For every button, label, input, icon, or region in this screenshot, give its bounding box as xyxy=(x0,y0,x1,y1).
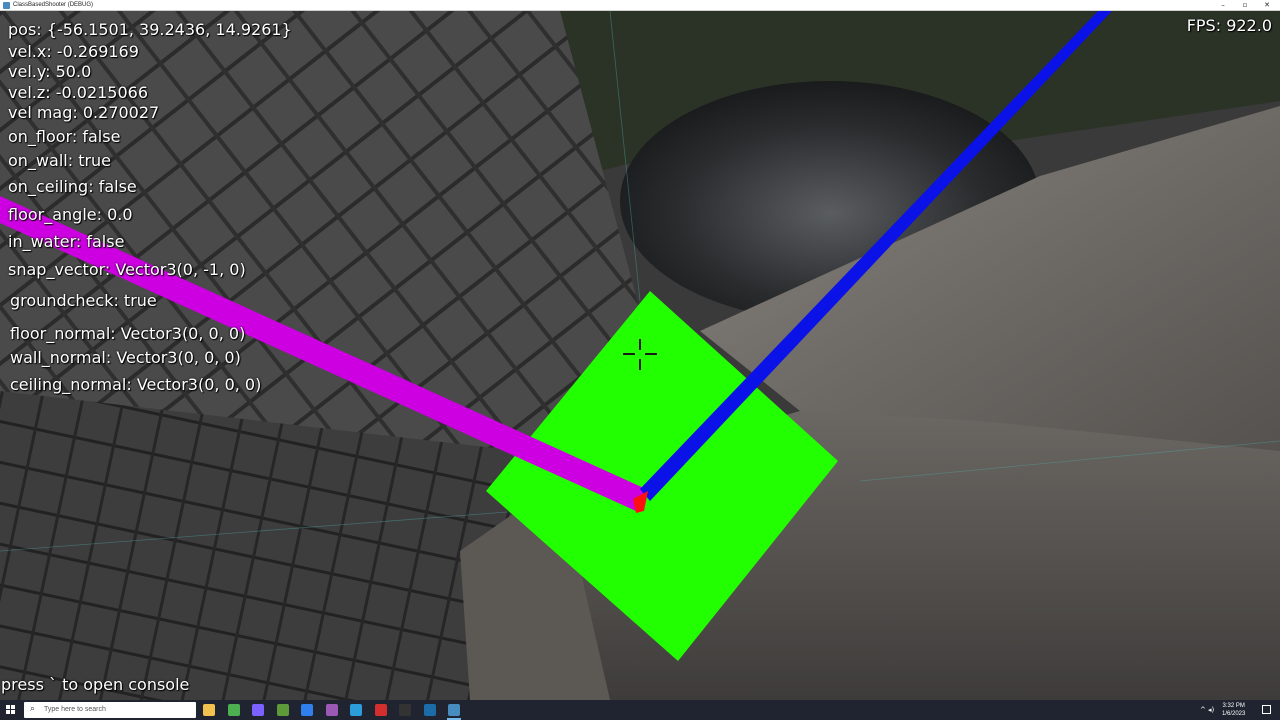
hud-on-floor: on_floor: false xyxy=(8,127,121,146)
maximize-button[interactable]: ▫ xyxy=(1234,0,1256,11)
console-hint: press ` to open console xyxy=(1,675,190,694)
hud-on-ceiling: on_ceiling: false xyxy=(8,177,137,196)
hud-ceiling-normal: ceiling_normal: Vector3(0, 0, 0) xyxy=(10,375,262,394)
close-button[interactable]: ✕ xyxy=(1256,0,1278,11)
chrome-icon[interactable] xyxy=(227,704,240,716)
fps-counter: FPS: 922.0 xyxy=(1186,16,1272,35)
hud-vel-x: vel.x: -0.269169 xyxy=(8,42,139,61)
epic-icon[interactable] xyxy=(399,704,411,716)
clock-date: 1/6/2023 xyxy=(1222,711,1246,717)
hud-floor-normal: floor_normal: Vector3(0, 0, 0) xyxy=(10,324,246,343)
volume-icon[interactable]: ◂) xyxy=(1208,700,1214,720)
obs-icon[interactable] xyxy=(374,704,387,716)
hud-wall-normal: wall_normal: Vector3(0, 0, 0) xyxy=(10,348,241,367)
hud-vel-mag: vel mag: 0.270027 xyxy=(8,103,160,122)
game-viewport[interactable]: FPS: 922.0 pos: {-56.1501, 39.2436, 14.9… xyxy=(0,11,1280,700)
hud-vel-y: vel.y: 50.0 xyxy=(8,62,92,81)
steam-icon[interactable] xyxy=(423,704,436,716)
notification-icon[interactable] xyxy=(1262,705,1271,714)
hud-snap-vector: snap_vector: Vector3(0, -1, 0) xyxy=(8,260,246,279)
taskbar-search[interactable]: ⌕ Type here to search xyxy=(24,702,196,718)
vscode-icon[interactable] xyxy=(350,704,362,716)
hud-groundcheck: groundcheck: true xyxy=(10,291,157,310)
minimize-button[interactable]: – xyxy=(1212,0,1234,11)
search-icon: ⌕ xyxy=(30,704,36,714)
godot-icon[interactable] xyxy=(448,704,460,716)
app-icon[interactable] xyxy=(252,704,264,716)
taskbar-clock[interactable]: 3:32 PM 1/6/2023 xyxy=(1222,702,1245,718)
minecraft-icon[interactable] xyxy=(276,704,289,716)
hud-vel-z: vel.z: -0.0215066 xyxy=(8,83,149,102)
taskbar: ⌕ Type here to search ^ ◂) 3:32 PM 1/6/2… xyxy=(0,700,1280,720)
window-titlebar: ClassBasedShooter (DEBUG) – ▫ ✕ xyxy=(0,0,1280,11)
file-explorer-icon[interactable] xyxy=(203,704,215,716)
hud-in-water: in_water: false xyxy=(8,232,125,251)
github-icon[interactable] xyxy=(325,704,338,716)
hud-pos: pos: {-56.1501, 39.2436, 14.9261} xyxy=(8,20,292,39)
hud-on-wall: on_wall: true xyxy=(8,151,112,170)
app-blue-icon[interactable] xyxy=(301,704,313,716)
clock-time: 3:32 PM xyxy=(1222,703,1245,709)
hud-floor-angle: floor_angle: 0.0 xyxy=(8,205,133,224)
start-button[interactable] xyxy=(6,705,16,715)
godot-app-icon xyxy=(3,2,10,9)
tray-chevron-icon[interactable]: ^ xyxy=(1200,700,1206,720)
search-placeholder: Type here to search xyxy=(44,706,106,713)
window-title: ClassBasedShooter (DEBUG) xyxy=(13,2,94,8)
